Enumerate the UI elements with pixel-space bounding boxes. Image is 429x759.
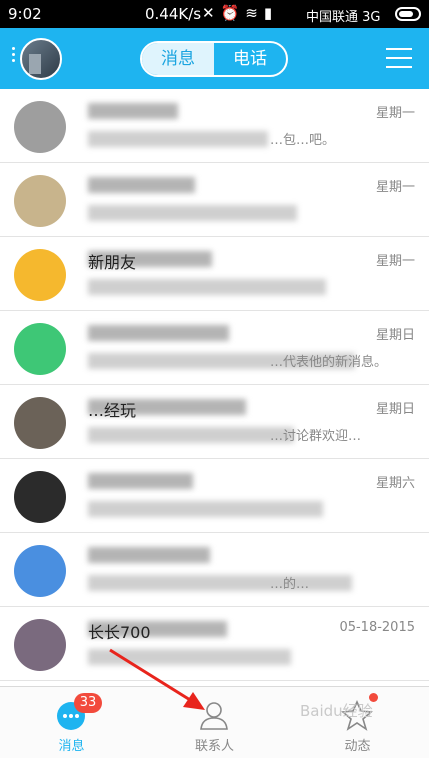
blurred-preview: [88, 501, 323, 517]
conversation-row[interactable]: 新朋友 星期一: [0, 237, 429, 311]
menu-icon[interactable]: [386, 48, 412, 68]
blurred-preview: [88, 279, 326, 295]
tab-messages[interactable]: 消息: [142, 43, 214, 75]
conversation-time: 星期日: [375, 328, 415, 343]
conversation-preview: …讨论群欢迎…: [270, 429, 362, 444]
conversation-list: …包…吧。 星期一 星期一 新朋友 星期一 …代表他的新消息。 星期日 …经玩 …讨论群欢迎… 星…: [0, 89, 429, 681]
tab-bar-messages-label: 消息: [58, 739, 85, 754]
contacts-person-icon: [200, 702, 228, 730]
tab-calls[interactable]: 电话: [214, 43, 286, 75]
conversation-avatar[interactable]: [14, 619, 66, 671]
network-speed: 0.44K/s: [145, 5, 202, 23]
conversation-row[interactable]: 星期一: [0, 163, 429, 237]
conversation-time: 星期一: [375, 180, 415, 195]
conversation-avatar[interactable]: [14, 545, 66, 597]
blurred-name: [88, 325, 229, 341]
blurred-preview: [88, 649, 291, 665]
conversation-avatar[interactable]: [14, 101, 66, 153]
conversation-time: 05-18-2015: [339, 620, 415, 635]
conversation-time: 星期一: [375, 254, 415, 269]
message-call-switch: 消息 电话: [140, 41, 288, 77]
status-bar: 9:02 0.44K/s ✕⏰≋▮ 中国联通 3G: [0, 0, 429, 28]
alarm-icon: ⏰: [220, 4, 246, 22]
conversation-row[interactable]: …的…: [0, 533, 429, 607]
conversation-avatar[interactable]: [14, 323, 66, 375]
conversation-row[interactable]: …经玩 …讨论群欢迎… 星期日: [0, 385, 429, 459]
conversation-row[interactable]: …包…吧。 星期一: [0, 89, 429, 163]
wifi-icon: ≋: [245, 4, 264, 22]
blurred-name: [88, 103, 178, 119]
tab-bar-contacts-label: 联系人: [194, 739, 234, 754]
tab-bar-contacts[interactable]: 联系人: [143, 687, 286, 759]
signal-icon: ▮: [263, 4, 279, 22]
conversation-row[interactable]: 长长700 05-18-2015: [0, 607, 429, 681]
conversation-time: 星期一: [375, 106, 415, 121]
conversation-preview: …的…: [270, 577, 310, 592]
conversation-avatar[interactable]: [14, 397, 66, 449]
blurred-preview: [88, 575, 352, 591]
more-dots-icon: [12, 47, 15, 50]
bottom-tab-bar: 33 消息 联系人 动态: [0, 686, 429, 758]
blurred-name: [88, 177, 195, 193]
conversation-name: 新朋友: [88, 253, 137, 272]
vibrate-icon: ✕: [202, 4, 221, 22]
user-avatar[interactable]: [20, 38, 62, 80]
status-time: 9:02: [8, 5, 42, 23]
conversation-avatar[interactable]: [14, 471, 66, 523]
top-bar: 消息 电话: [0, 28, 429, 89]
tab-bar-activity-label: 动态: [344, 739, 371, 754]
conversation-preview: …代表他的新消息。: [270, 355, 388, 370]
battery-icon: [395, 7, 421, 21]
conversation-preview: …包…吧。: [270, 133, 336, 148]
blurred-name: [88, 547, 210, 563]
status-icons: ✕⏰≋▮: [202, 4, 278, 22]
blurred-name: [88, 473, 193, 489]
conversation-time: 星期日: [375, 402, 415, 417]
watermark: Baidu经验: [300, 702, 373, 720]
blurred-preview: [88, 131, 268, 147]
tab-bar-messages[interactable]: 33 消息: [0, 687, 143, 759]
conversation-time: 星期六: [375, 476, 415, 491]
conversation-row[interactable]: 星期六: [0, 459, 429, 533]
blurred-preview: [88, 427, 294, 443]
conversation-name: …经玩: [88, 401, 137, 420]
tab-bar-activity[interactable]: 动态: [286, 687, 429, 759]
unread-badge: 33: [74, 693, 102, 713]
conversation-avatar[interactable]: [14, 249, 66, 301]
blurred-preview: [88, 205, 297, 221]
carrier-label: 中国联通 3G: [306, 10, 381, 25]
conversation-row[interactable]: …代表他的新消息。 星期日: [0, 311, 429, 385]
conversation-name: 长长700: [88, 623, 151, 642]
conversation-avatar[interactable]: [14, 175, 66, 227]
